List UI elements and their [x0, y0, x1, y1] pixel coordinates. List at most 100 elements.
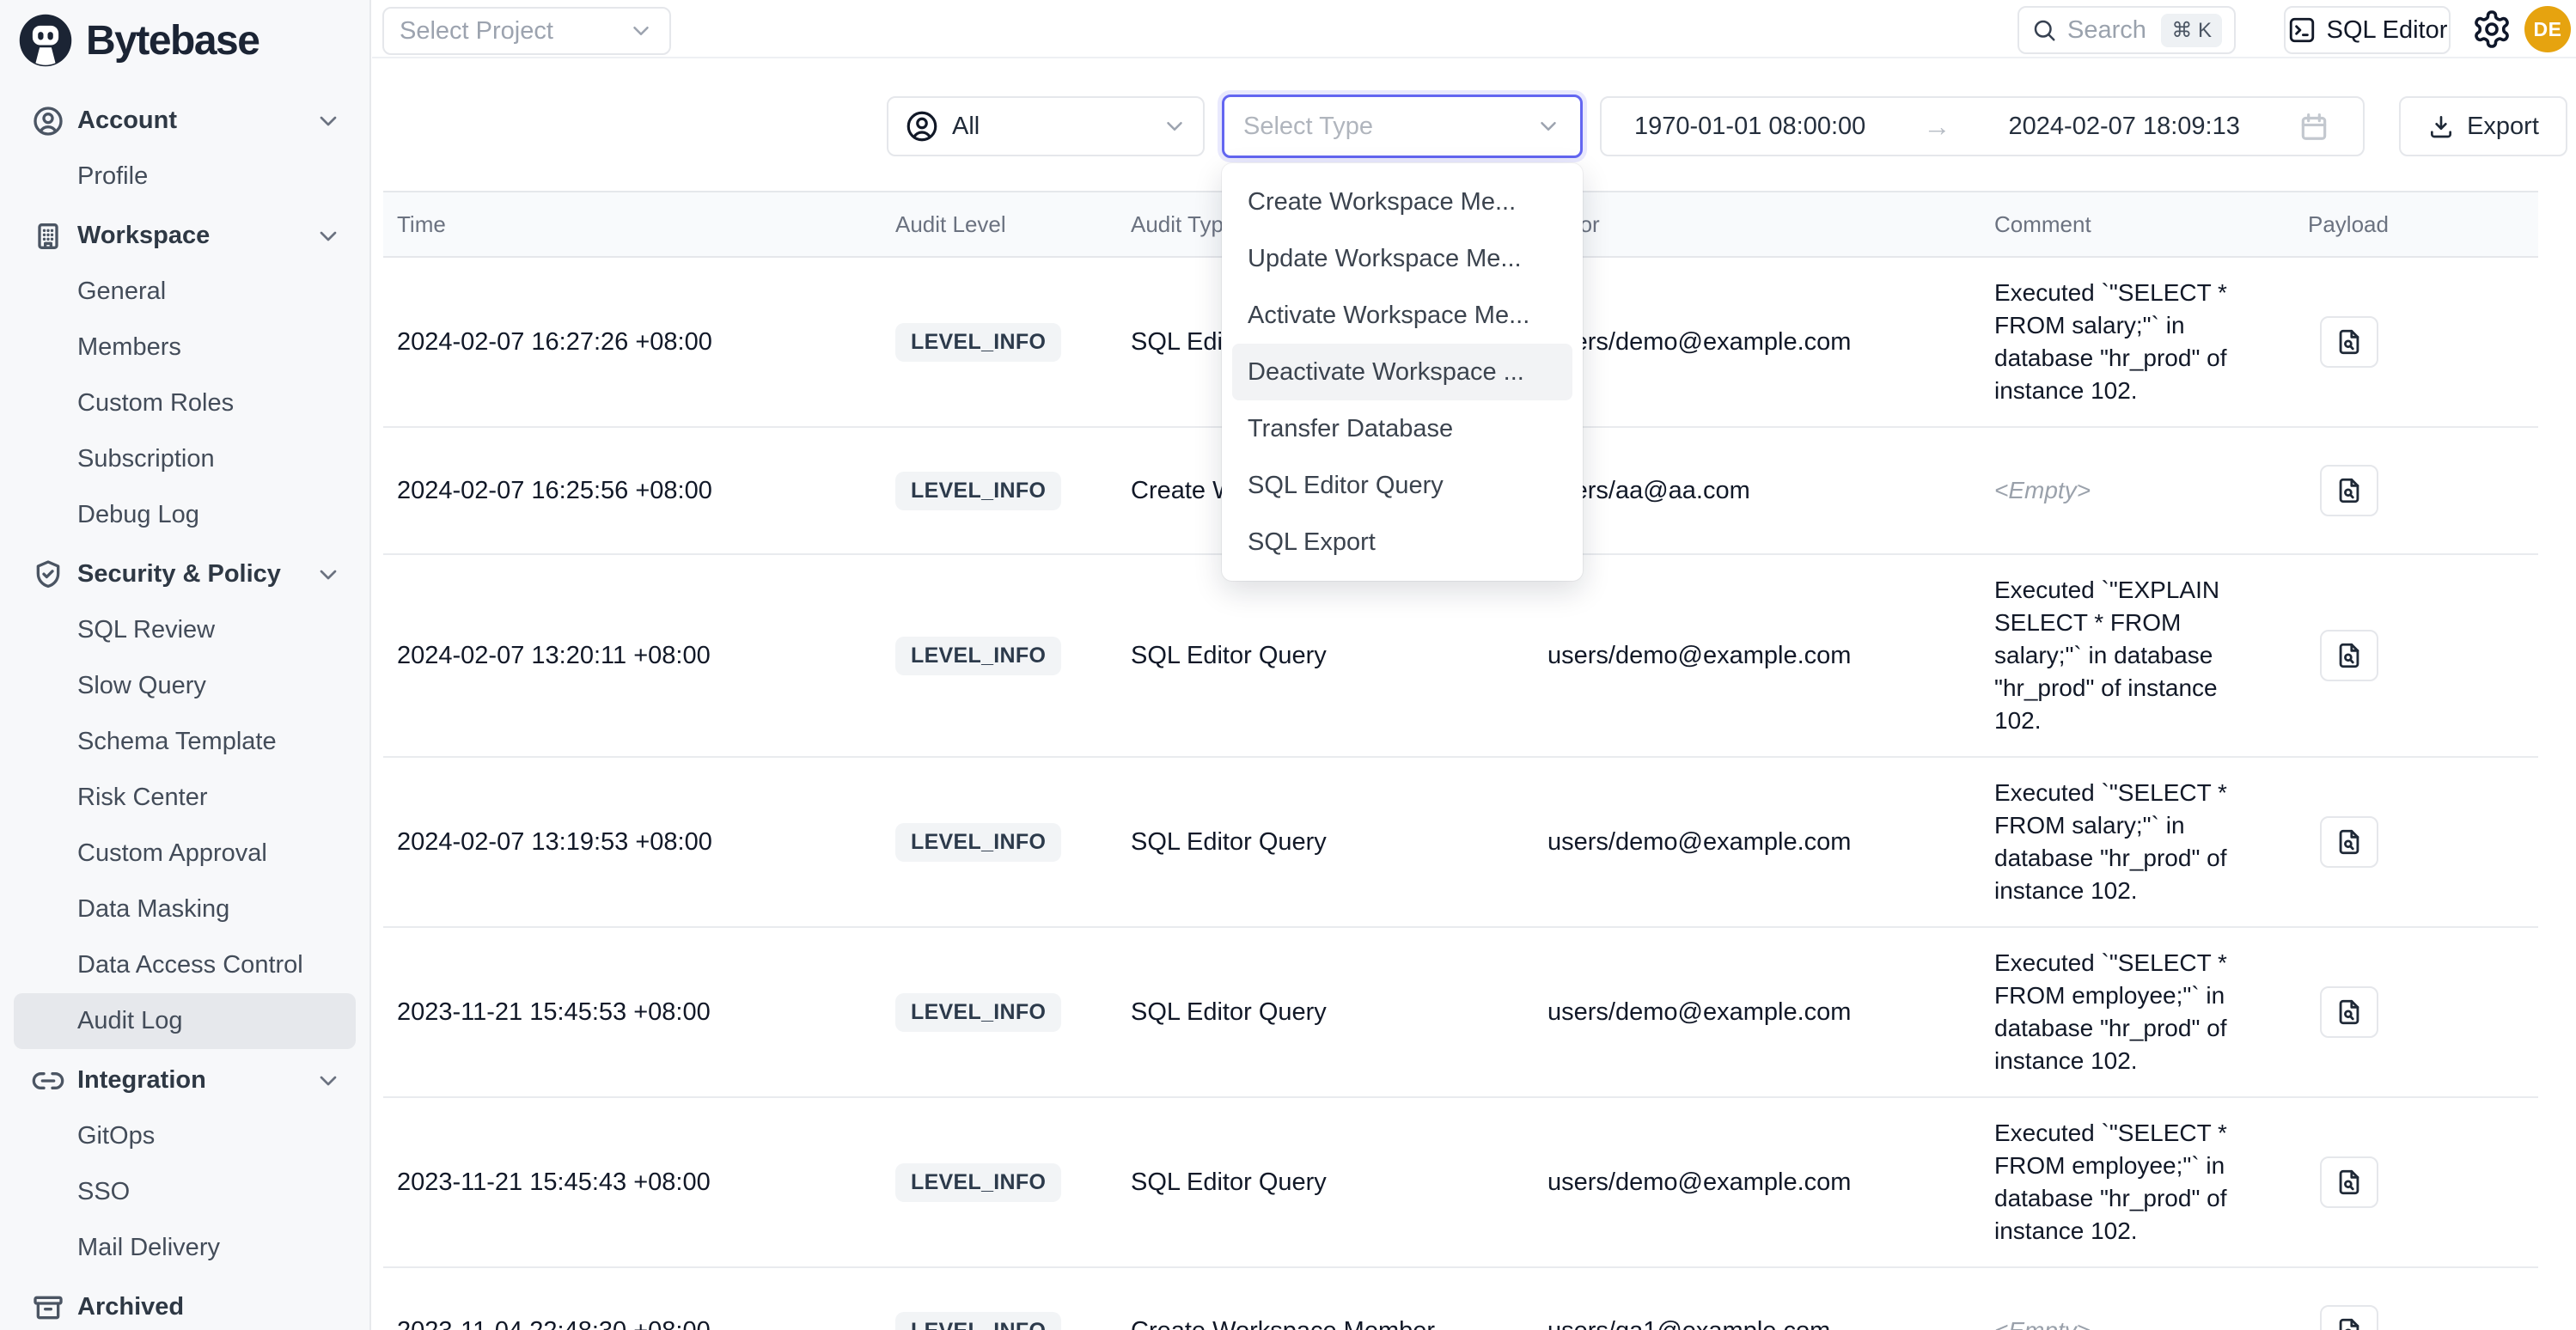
- calendar-icon: [2298, 110, 2330, 143]
- shield-check-icon: [31, 558, 65, 592]
- cell-time: 2023-11-04 22:48:30 +08:00: [383, 1317, 895, 1330]
- user-circle-icon: [904, 108, 940, 144]
- payload-view-button[interactable]: [2320, 630, 2378, 681]
- cell-actor: users/aa@aa.com: [1547, 477, 1994, 505]
- chevron-down-icon: [314, 1067, 342, 1095]
- sidebar-item-general[interactable]: General: [14, 264, 356, 320]
- menu-item-sql-editor-query[interactable]: SQL Editor Query: [1232, 457, 1572, 514]
- sidebar-item-slow-query[interactable]: Slow Query: [14, 658, 356, 714]
- cell-time: 2024-02-07 16:27:26 +08:00: [383, 328, 895, 357]
- sidebar-item-schema-template[interactable]: Schema Template: [14, 714, 356, 770]
- cell-comment: Executed `"SELECT * FROM employee;"` in …: [1994, 947, 2262, 1077]
- date-to: 2024-02-07 18:09:13: [2009, 113, 2240, 141]
- project-select[interactable]: Select Project: [382, 7, 671, 55]
- sidebar-group-integration[interactable]: Integration: [14, 1052, 356, 1108]
- type-filter-select[interactable]: Select Type: [1222, 95, 1583, 158]
- cell-actor: users/demo@example.com: [1547, 828, 1994, 857]
- sidebar-item-gitops[interactable]: GitOps: [14, 1108, 356, 1164]
- building-icon: [31, 219, 65, 253]
- col-header-time: Time: [383, 211, 895, 238]
- link-icon: [31, 1064, 65, 1098]
- col-header-comment: Comment: [1994, 211, 2308, 238]
- sidebar-item-debug-log[interactable]: Debug Log: [14, 487, 356, 543]
- sidebar-item-mail-delivery[interactable]: Mail Delivery: [14, 1220, 356, 1276]
- level-badge: LEVEL_INFO: [895, 472, 1061, 510]
- menu-item-transfer-database[interactable]: Transfer Database: [1232, 400, 1572, 457]
- cell-audit-type: SQL Editor Query: [1131, 1168, 1547, 1197]
- sidebar-group-archived[interactable]: Archived: [14, 1279, 356, 1330]
- project-select-placeholder: Select Project: [400, 17, 553, 46]
- payload-view-button[interactable]: [2320, 316, 2378, 368]
- cell-comment: <Empty>: [1994, 474, 2262, 507]
- export-button[interactable]: Export: [2399, 96, 2567, 156]
- chevron-down-icon: [1535, 113, 1561, 139]
- sidebar-item-sso[interactable]: SSO: [14, 1164, 356, 1220]
- payload-view-button[interactable]: [2320, 1156, 2378, 1208]
- arrow-right-icon: →: [1923, 111, 1950, 143]
- actor-filter-value: All: [952, 113, 1150, 141]
- level-badge: LEVEL_INFO: [895, 993, 1061, 1032]
- sidebar-item-data-masking[interactable]: Data Masking: [14, 882, 356, 937]
- cell-payload: [2308, 1156, 2538, 1208]
- cell-actor: users/demo@example.com: [1547, 642, 1994, 670]
- table-row: 2024-02-07 13:20:11 +08:00LEVEL_INFOSQL …: [383, 555, 2538, 758]
- chevron-down-icon: [1162, 113, 1187, 139]
- menu-item-activate-workspace-me[interactable]: Activate Workspace Me...: [1232, 287, 1572, 344]
- logo[interactable]: Bytebase: [17, 12, 259, 69]
- sidebar-group-account[interactable]: Account: [14, 93, 356, 149]
- cell-comment: Executed `"EXPLAIN SELECT * FROM salary;…: [1994, 574, 2262, 737]
- cell-time: 2023-11-21 15:45:43 +08:00: [383, 1168, 895, 1197]
- cell-payload: [2308, 1305, 2538, 1330]
- cell-audit-level: LEVEL_INFO: [895, 472, 1131, 510]
- table-row: 2023-11-21 15:45:43 +08:00LEVEL_INFOSQL …: [383, 1098, 2538, 1268]
- menu-item-deactivate-workspace[interactable]: Deactivate Workspace ...: [1232, 344, 1572, 400]
- search-shortcut-badge: ⌘ K: [2161, 14, 2222, 47]
- download-icon: [2427, 113, 2455, 140]
- menu-item-create-workspace-me[interactable]: Create Workspace Me...: [1232, 174, 1572, 230]
- cell-audit-level: LEVEL_INFO: [895, 637, 1131, 675]
- cell-time: 2024-02-07 13:19:53 +08:00: [383, 828, 895, 857]
- cell-comment: Executed `"SELECT * FROM salary;"` in da…: [1994, 777, 2262, 907]
- level-badge: LEVEL_INFO: [895, 323, 1061, 362]
- sidebar-nav: AccountProfileWorkspaceGeneralMembersCus…: [0, 93, 369, 1330]
- cell-time: 2023-11-21 15:45:53 +08:00: [383, 998, 895, 1027]
- cell-actor: users/demo@example.com: [1547, 998, 1994, 1027]
- sidebar-item-risk-center[interactable]: Risk Center: [14, 770, 356, 826]
- sidebar-item-profile[interactable]: Profile: [14, 149, 356, 204]
- chevron-down-icon: [628, 18, 654, 44]
- cell-actor: users/qa1@example.com: [1547, 1317, 1994, 1330]
- menu-item-update-workspace-me[interactable]: Update Workspace Me...: [1232, 230, 1572, 287]
- search-input[interactable]: Search ⌘ K: [2017, 6, 2236, 54]
- sidebar-group-security-policy[interactable]: Security & Policy: [14, 546, 356, 602]
- sidebar-item-custom-approval[interactable]: Custom Approval: [14, 826, 356, 882]
- sql-editor-label: SQL Editor: [2327, 16, 2448, 45]
- payload-view-button[interactable]: [2320, 465, 2378, 516]
- sidebar: Bytebase AccountProfileWorkspaceGeneralM…: [0, 0, 371, 1330]
- menu-item-sql-export[interactable]: SQL Export: [1232, 514, 1572, 570]
- search-icon: [2031, 17, 2057, 43]
- cell-payload: [2308, 986, 2538, 1038]
- sidebar-item-subscription[interactable]: Subscription: [14, 431, 356, 487]
- sidebar-item-audit-log[interactable]: Audit Log: [14, 993, 356, 1049]
- cell-payload: [2308, 465, 2538, 516]
- date-from: 1970-01-01 08:00:00: [1634, 113, 1865, 141]
- cell-comment: <Empty>: [1994, 1315, 2262, 1330]
- date-range-picker[interactable]: 1970-01-01 08:00:00 → 2024-02-07 18:09:1…: [1600, 96, 2365, 156]
- sidebar-item-members[interactable]: Members: [14, 320, 356, 375]
- sidebar-group-workspace[interactable]: Workspace: [14, 208, 356, 264]
- avatar[interactable]: DE: [2524, 6, 2571, 52]
- gear-icon[interactable]: [2471, 9, 2512, 50]
- cell-payload: [2308, 816, 2538, 868]
- terminal-icon: [2287, 15, 2317, 45]
- sidebar-item-data-access-control[interactable]: Data Access Control: [14, 937, 356, 993]
- sql-editor-button[interactable]: SQL Editor: [2284, 6, 2451, 54]
- sidebar-item-sql-review[interactable]: SQL Review: [14, 602, 356, 658]
- cell-payload: [2308, 630, 2538, 681]
- sidebar-item-custom-roles[interactable]: Custom Roles: [14, 375, 356, 431]
- actor-filter-select[interactable]: All: [887, 96, 1205, 156]
- payload-view-button[interactable]: [2320, 1305, 2378, 1330]
- payload-view-button[interactable]: [2320, 986, 2378, 1038]
- table-row: 2024-02-07 13:19:53 +08:00LEVEL_INFOSQL …: [383, 758, 2538, 928]
- payload-view-button[interactable]: [2320, 816, 2378, 868]
- type-filter-placeholder: Select Type: [1243, 113, 1535, 141]
